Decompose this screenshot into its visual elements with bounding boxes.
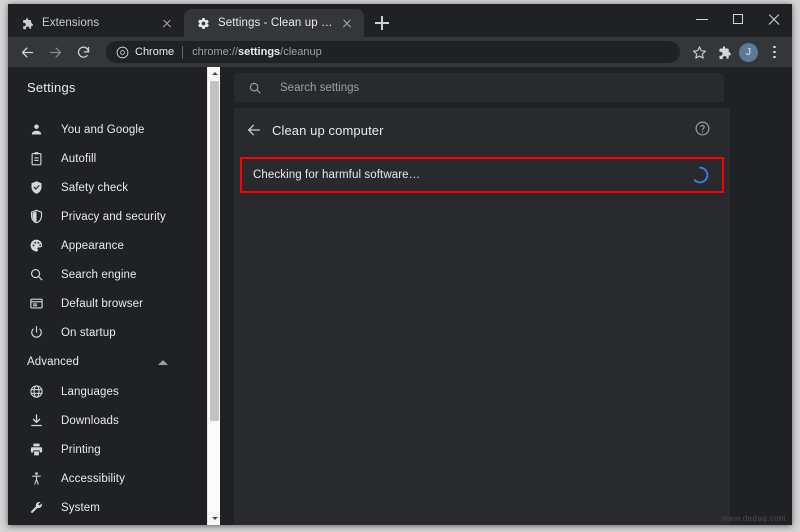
sidebar-item-privacy-and-security[interactable]: Privacy and security <box>8 202 220 231</box>
omnibox-url: chrome://settings/cleanup <box>192 46 322 58</box>
sidebar-item-label: Accessibility <box>61 472 125 485</box>
sidebar-item-you-and-google[interactable]: You and Google <box>8 115 220 144</box>
star-icon[interactable] <box>687 40 711 64</box>
wrench-icon <box>27 499 45 517</box>
sidebar-item-accessibility[interactable]: Accessibility <box>8 464 220 493</box>
status-text: Checking for harmful software… <box>253 169 421 181</box>
url-bold-segment: settings <box>237 46 281 58</box>
clipboard-icon <box>27 150 45 168</box>
cleanup-panel: Clean up computer Checking for harmful s… <box>234 108 730 525</box>
shield-icon <box>27 208 45 226</box>
sidebar-item-label: System <box>61 501 100 514</box>
download-icon <box>27 412 45 430</box>
magnifier-icon <box>27 266 45 284</box>
tab-title: Settings - Clean up computer <box>218 17 333 29</box>
toolbar-right-actions: J <box>686 40 786 64</box>
forward-button[interactable] <box>42 39 68 65</box>
minimize-button[interactable] <box>684 4 720 34</box>
panel-title: Clean up computer <box>272 122 384 138</box>
browser-tab-extensions[interactable]: Extensions <box>8 9 184 37</box>
close-icon[interactable] <box>339 15 355 31</box>
reload-button[interactable] <box>70 39 96 65</box>
gear-icon <box>196 16 210 30</box>
settings-main-content: Clean up computer Checking for harmful s… <box>220 67 792 525</box>
sidebar-item-label: Privacy and security <box>61 210 166 223</box>
close-icon[interactable] <box>159 15 175 31</box>
sidebar-section-advanced[interactable]: Advanced <box>8 347 220 377</box>
sidebar-item-on-startup[interactable]: On startup <box>8 318 220 347</box>
sidebar-menu: You and Google Autofill Safety check Pri… <box>8 108 220 525</box>
sidebar-item-label: Printing <box>61 443 101 456</box>
tab-strip: Extensions Settings - Clean up computer <box>8 4 792 37</box>
puzzle-piece-icon <box>20 16 34 30</box>
browser-window-icon <box>27 295 45 313</box>
panel-header: Clean up computer <box>234 108 730 152</box>
help-circle-icon[interactable] <box>694 120 714 140</box>
sidebar-item-default-browser[interactable]: Default browser <box>8 289 220 318</box>
sidebar-item-search-engine[interactable]: Search engine <box>8 260 220 289</box>
sidebar-item-appearance[interactable]: Appearance <box>8 231 220 260</box>
window-controls <box>684 4 792 34</box>
scrollbar-thumb[interactable] <box>210 81 219 421</box>
sidebar-item-label: Default browser <box>61 297 144 310</box>
sidebar-item-printing[interactable]: Printing <box>8 435 220 464</box>
power-icon <box>27 324 45 342</box>
url-prefix: chrome:// <box>192 46 238 58</box>
accessibility-icon <box>27 470 45 488</box>
sidebar-item-downloads[interactable]: Downloads <box>8 406 220 435</box>
search-bar-container <box>220 67 792 108</box>
maximize-button[interactable] <box>720 4 756 34</box>
person-icon <box>27 121 45 139</box>
sidebar-item-autofill[interactable]: Autofill <box>8 144 220 173</box>
shield-check-icon <box>27 179 45 197</box>
sidebar-section-label: Advanced <box>27 356 79 368</box>
screenshot-root: Extensions Settings - Clean up computer <box>0 0 800 532</box>
search-settings-box[interactable] <box>234 73 724 102</box>
page-title: Settings <box>27 80 76 95</box>
browser-toolbar: Chrome chrome://settings/cleanup J <box>8 37 792 67</box>
sidebar-item-label: Downloads <box>61 414 119 427</box>
sidebar-item-label: Safety check <box>61 181 129 194</box>
chrome-logo-icon <box>116 46 129 59</box>
sidebar-item-label: Appearance <box>61 239 125 252</box>
palette-icon <box>27 237 45 255</box>
omnibox-separator <box>182 45 184 59</box>
sidebar-scrollbar[interactable] <box>207 67 221 525</box>
settings-page: Settings You and Google Autofill Safety … <box>8 67 792 525</box>
globe-icon <box>27 383 45 401</box>
sidebar-item-label: You and Google <box>61 123 145 136</box>
loading-spinner-icon <box>690 165 710 185</box>
extensions-puzzle-icon[interactable] <box>712 40 736 64</box>
three-dot-menu-icon[interactable] <box>762 40 786 64</box>
omnibox-chip-label: Chrome <box>135 46 175 58</box>
sidebar-item-languages[interactable]: Languages <box>8 377 220 406</box>
browser-tab-settings[interactable]: Settings - Clean up computer <box>184 9 364 37</box>
settings-sidebar: Settings You and Google Autofill Safety … <box>8 67 221 525</box>
new-tab-button[interactable] <box>368 9 396 37</box>
url-suffix: /cleanup <box>280 46 322 58</box>
search-input[interactable] <box>278 80 710 95</box>
sidebar-item-label: Languages <box>61 385 119 398</box>
chevron-up-icon <box>158 359 168 365</box>
watermark: www.dedaq.com <box>722 514 786 523</box>
sidebar-item-label: Search engine <box>61 268 137 281</box>
sidebar-item-safety-check[interactable]: Safety check <box>8 173 220 202</box>
tab-title: Extensions <box>42 17 100 29</box>
close-window-button[interactable] <box>756 4 792 34</box>
arrow-left-icon[interactable] <box>240 116 268 144</box>
printer-icon <box>27 441 45 459</box>
address-bar[interactable]: Chrome chrome://settings/cleanup <box>106 41 680 63</box>
sidebar-item-system[interactable]: System <box>8 493 220 522</box>
sidebar-item-label: On startup <box>61 326 116 339</box>
sidebar-item-label: Autofill <box>61 152 97 165</box>
search-icon <box>248 81 262 95</box>
harmful-software-status-row: Checking for harmful software… <box>240 157 724 193</box>
avatar[interactable]: J <box>739 42 758 62</box>
chrome-browser-window: Extensions Settings - Clean up computer <box>8 4 792 525</box>
back-button[interactable] <box>14 39 40 65</box>
